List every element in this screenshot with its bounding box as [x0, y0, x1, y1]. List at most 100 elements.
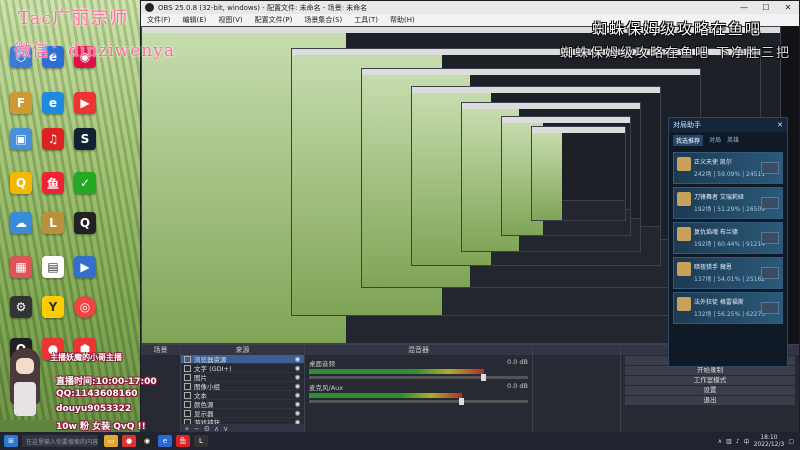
desktop-icon-netease[interactable]: ♫ — [36, 128, 70, 150]
eye-icon[interactable]: ◉ — [294, 391, 301, 399]
start-button[interactable]: ⊞ — [4, 435, 18, 447]
game-assistant-panel: 对局助手 ✕ 我选推荐 对局 英雄 正义天使 凯尔 242场 | 59.09% | … — [668, 117, 788, 367]
desktop-icon-ie[interactable]: e — [36, 92, 70, 114]
start-recording-button[interactable]: 开始录制 — [625, 366, 795, 375]
overlay-wechat: 微信：dinziwenya — [14, 41, 175, 61]
transitions-dock — [533, 345, 621, 433]
obs-taskbar-icon[interactable]: ◉ — [140, 435, 154, 447]
volume-icon[interactable]: ♪ — [736, 438, 740, 445]
menu-help[interactable]: 帮助(H) — [390, 15, 415, 25]
obs-title: OBS 25.0.8 (32-bit, windows) - 配置文件: 未命名… — [158, 3, 368, 12]
app-icon[interactable]: ● — [122, 435, 136, 447]
champion-row[interactable]: 正义天使 凯尔 242场 | 59.09% | 24511 — [673, 152, 783, 184]
select-champion-button[interactable] — [761, 232, 779, 244]
text-source-icon — [184, 391, 191, 399]
douyu-icon[interactable]: 鱼 — [176, 435, 190, 447]
menu-tools[interactable]: 工具(T) — [354, 15, 378, 25]
eye-icon[interactable]: ◉ — [294, 364, 301, 372]
clock[interactable]: 18:10 2022/12/3 — [754, 434, 785, 448]
game-tab[interactable]: 我选推荐 — [673, 135, 704, 146]
taskbar-search[interactable]: 在这里输入你要搜索的内容 — [22, 435, 98, 447]
mixer-channel-mic: 麦克风/Aux 0.0 dB — [309, 382, 528, 405]
desktop-icon-folder[interactable]: ☁ — [4, 212, 38, 234]
sources-dock: 来源 浏览器资源 ◉ 文字 (GDI+) ◉ 图片 ◉ 图像小组 ◉ 文本 ◉ 颜色源 ◉ … — [181, 345, 305, 433]
mixer-header: 混音器 — [305, 345, 532, 355]
menu-scene-collection[interactable]: 场景集合(S) — [304, 15, 342, 25]
studio-mode-button[interactable]: 工作室模式 — [625, 376, 795, 385]
minimize-button[interactable]: — — [733, 3, 755, 12]
eye-icon[interactable]: ◉ — [294, 400, 301, 408]
menu-edit[interactable]: 编辑(E) — [183, 15, 207, 25]
streamer-line-3: QQ:1143608160 — [56, 389, 138, 399]
champion-row[interactable]: 复仇焰魂 布兰德 192场 | 60.44% | 91214 — [673, 222, 783, 254]
champion-avatar — [677, 227, 691, 241]
desktop-icon-wechat[interactable]: ✓ — [68, 172, 102, 194]
desktop-icon-tool[interactable]: ⚙ — [4, 296, 38, 318]
tray-arrow-icon[interactable]: ∧ — [718, 438, 722, 445]
desktop-icon-media[interactable]: ▶ — [68, 92, 102, 114]
select-champion-button[interactable] — [761, 267, 779, 279]
network-icon[interactable]: ▥ — [726, 438, 732, 445]
channel-db: 0.0 dB — [507, 358, 528, 366]
group-source-icon — [184, 382, 191, 390]
eye-icon[interactable]: ◉ — [294, 355, 301, 363]
game-tab[interactable]: 英雄 — [727, 135, 739, 146]
desktop-icon-chrome[interactable]: ◎ — [68, 296, 102, 318]
champion-row[interactable]: 法外狂徒 格雷福斯 132场 | 56.25% | 62273 — [673, 292, 783, 324]
champion-row[interactable]: 刀锋舞者 艾瑞莉娅 192场 | 51.29% | 26509 — [673, 187, 783, 219]
clock-date: 2022/12/3 — [753, 441, 785, 448]
streamer-avatar — [4, 348, 44, 418]
source-type-icon — [184, 355, 191, 363]
volume-slider[interactable] — [309, 374, 528, 381]
game-panel-header: 对局助手 ✕ — [669, 118, 787, 132]
menu-view[interactable]: 视图(V) — [218, 15, 242, 25]
desktop-icon-lol[interactable]: L — [36, 212, 70, 234]
overlay-headline: 蜘蛛保姆级攻略在鱼吧 — [592, 20, 763, 38]
streamer-line-5: 10w 粉 女装 QvQ !! — [56, 422, 146, 432]
mixer-dock: 混音器 桌面音频 0.0 dB 麦克风/Aux 0.0 dB — [305, 345, 533, 433]
close-button[interactable]: ✕ — [777, 3, 799, 12]
volume-meter — [309, 369, 485, 374]
volume-slider-knob[interactable] — [481, 374, 487, 381]
volume-slider-knob[interactable] — [459, 398, 465, 405]
select-champion-button[interactable] — [761, 197, 779, 209]
close-icon[interactable]: ✕ — [777, 121, 783, 129]
file-explorer-icon[interactable]: ▭ — [104, 435, 118, 447]
maximize-button[interactable]: ☐ — [755, 3, 777, 12]
desktop-icon-player[interactable]: ▶ — [68, 256, 102, 278]
desktop-icon-yy[interactable]: Y — [36, 296, 70, 318]
streamer-line-1: 主播妖魔的小哥主播 — [50, 353, 122, 362]
select-champion-button[interactable] — [761, 162, 779, 174]
game-tab[interactable]: 对局 — [709, 135, 721, 146]
eye-icon[interactable]: ◉ — [294, 373, 301, 381]
image-source-icon — [184, 373, 191, 381]
eye-icon[interactable]: ◉ — [294, 409, 301, 417]
select-champion-button[interactable] — [761, 302, 779, 314]
desktop-icon-douyu[interactable]: 鱼 — [36, 172, 70, 194]
browser-icon[interactable]: e — [158, 435, 172, 447]
menu-file[interactable]: 文件(F) — [147, 15, 171, 25]
ime-indicator[interactable]: 中 — [744, 437, 750, 446]
desktop-icon-qq[interactable]: Q — [68, 212, 102, 234]
menu-profile[interactable]: 配置文件(P) — [255, 15, 293, 25]
volume-slider[interactable] — [309, 398, 528, 405]
eye-icon[interactable]: ◉ — [294, 382, 301, 390]
display-source-icon — [184, 409, 191, 417]
notification-icon[interactable]: ▢ — [788, 438, 794, 445]
settings-button[interactable]: 设置 — [625, 386, 795, 395]
desktop-icon-pc[interactable]: ▣ — [4, 128, 38, 150]
obs-titlebar[interactable]: OBS 25.0.8 (32-bit, windows) - 配置文件: 未命名… — [141, 1, 799, 14]
champion-avatar — [677, 192, 691, 206]
champion-row[interactable]: 暗夜猎手 薇恩 137场 | 54.01% | 25162 — [673, 257, 783, 289]
desktop-icon-qq-browser[interactable]: Q — [4, 172, 38, 194]
desktop-icon-store[interactable]: ▦ — [4, 256, 38, 278]
desktop-icon-doc[interactable]: ▤ — [36, 256, 70, 278]
scenes-dock: 场景 — [141, 345, 181, 433]
desktop-icon-steam[interactable]: S — [68, 128, 102, 150]
taskbar: ⊞ 在这里输入你要搜索的内容 ▭ ● ◉ e 鱼 L ∧ ▥ ♪ 中 18:10… — [0, 432, 800, 450]
channel-name: 桌面音频 — [309, 360, 335, 368]
game-icon[interactable]: L — [194, 435, 208, 447]
exit-button[interactable]: 退出 — [625, 396, 795, 405]
desktop-icon-game[interactable]: F — [4, 92, 38, 114]
channel-db: 0.0 dB — [507, 382, 528, 390]
